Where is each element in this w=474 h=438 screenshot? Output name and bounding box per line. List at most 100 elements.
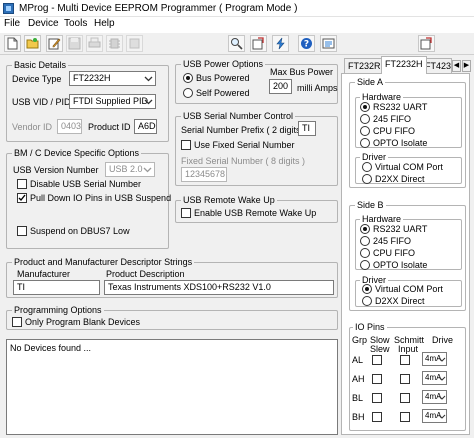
- check-icon: [18, 194, 26, 202]
- side-a-vcp-radio[interactable]: [362, 162, 372, 172]
- product-id-field[interactable]: A6D0: [134, 119, 157, 134]
- side-b-d2xx-radio[interactable]: [362, 296, 372, 306]
- serial-prefix-label: Serial Number Prefix ( 2 digits ): [181, 125, 307, 135]
- read-device-button[interactable]: [250, 35, 267, 52]
- io-row-slow-slew-checkbox[interactable]: [372, 393, 382, 403]
- menu-bar: File Device Tools Help: [0, 17, 474, 33]
- only-blank-checkbox[interactable]: [12, 317, 22, 327]
- side-b-opto-label: OPTO Isolate: [373, 260, 428, 270]
- side-b-hardware-title: Hardware: [360, 214, 404, 224]
- io-row-schmitt-checkbox[interactable]: [400, 412, 410, 422]
- basic-details-title: Basic Details: [12, 60, 69, 70]
- about-button[interactable]: [320, 35, 337, 52]
- io-row-slow-slew-checkbox[interactable]: [372, 412, 382, 422]
- serial-prefix-field[interactable]: TI: [298, 121, 316, 136]
- device-type-select[interactable]: FT2232H: [69, 71, 156, 86]
- pull-down-label: Pull Down IO Pins in USB Suspend: [30, 193, 172, 203]
- side-b-d2xx-label: D2XX Direct: [375, 296, 425, 306]
- side-b-245fifo-radio[interactable]: [360, 236, 370, 246]
- side-b-vcp-radio[interactable]: [362, 284, 372, 294]
- max-bus-power-unit: milli Amps: [297, 83, 338, 93]
- side-a-opto-radio[interactable]: [360, 138, 370, 148]
- io-row-drive-select[interactable]: 4mA: [422, 409, 447, 423]
- max-bus-power-field[interactable]: 200: [269, 79, 292, 94]
- edit-button[interactable]: [46, 35, 63, 52]
- bus-powered-radio[interactable]: [183, 73, 193, 83]
- io-col-input: Input: [398, 344, 419, 354]
- side-a-245fifo-label: 245 FIFO: [373, 114, 412, 124]
- device-settings-button[interactable]: [418, 35, 435, 52]
- programming-title: Programming Options: [12, 305, 104, 315]
- remote-wake-title: USB Remote Wake Up: [181, 195, 277, 205]
- tab-ft2232h[interactable]: FT2232H: [381, 56, 427, 74]
- max-bus-power-label: Max Bus Power: [270, 67, 334, 77]
- io-row-drive-select[interactable]: 4mA: [422, 371, 447, 385]
- self-powered-radio[interactable]: [183, 88, 193, 98]
- side-a-cpufifo-label: CPU FIFO: [373, 126, 415, 136]
- program-button[interactable]: [106, 35, 123, 52]
- side-b-rs232-radio[interactable]: [360, 224, 370, 234]
- svg-text:?: ?: [304, 40, 309, 50]
- product-description-field[interactable]: Texas Instruments XDS100+RS232 V1.0: [104, 280, 334, 295]
- disable-serial-checkbox[interactable]: [17, 179, 27, 189]
- new-file-button[interactable]: [4, 35, 21, 52]
- tab-scroll-right-icon[interactable]: ▶: [462, 60, 471, 72]
- help-button[interactable]: ?: [298, 35, 315, 52]
- chip-icon: [109, 38, 120, 49]
- menu-file[interactable]: File: [4, 18, 20, 29]
- menu-tools[interactable]: Tools: [64, 18, 87, 29]
- side-a-vcp-label: Virtual COM Port: [375, 162, 443, 172]
- vendor-id-field[interactable]: 0403: [57, 119, 82, 134]
- usb-version-select[interactable]: USB 2.0: [105, 162, 155, 177]
- io-row-schmitt-checkbox[interactable]: [400, 355, 410, 365]
- io-row-slow-slew-checkbox[interactable]: [372, 374, 382, 384]
- toolbar: ?: [0, 33, 474, 55]
- chevron-down-icon: [143, 96, 154, 107]
- side-b-rs232-label: RS232 UART: [373, 224, 428, 234]
- io-row-slow-slew-checkbox[interactable]: [372, 355, 382, 365]
- erase-button[interactable]: [126, 35, 143, 52]
- manufacturer-field[interactable]: TI: [13, 280, 100, 295]
- io-row-drive-select[interactable]: 4mA: [422, 352, 447, 366]
- manufacturer-label: Manufacturer: [17, 269, 71, 279]
- new-file-icon: [7, 37, 18, 50]
- io-row-drive-select[interactable]: 4mA: [422, 390, 447, 404]
- side-a-rs232-radio[interactable]: [360, 102, 370, 112]
- chevron-down-icon: [438, 392, 446, 402]
- program-device-button[interactable]: [272, 35, 289, 52]
- tab-scroll-left-icon[interactable]: ◀: [452, 60, 461, 72]
- side-a-cpufifo-radio[interactable]: [360, 126, 370, 136]
- io-row-grp: BL: [352, 393, 364, 403]
- side-b-cpufifo-radio[interactable]: [360, 248, 370, 258]
- scan-button[interactable]: [228, 35, 245, 52]
- use-fixed-serial-checkbox[interactable]: [181, 140, 191, 150]
- side-a-driver-title: Driver: [360, 152, 388, 162]
- save-button[interactable]: [66, 35, 83, 52]
- suspend-checkbox[interactable]: [17, 226, 27, 236]
- io-row-schmitt-checkbox[interactable]: [400, 374, 410, 384]
- device-type-label: Device Type: [12, 74, 62, 84]
- chevron-down-icon: [143, 73, 154, 84]
- vid-pid-select[interactable]: FTDI Supplied PID: [69, 94, 156, 109]
- remote-wake-checkbox[interactable]: [181, 208, 191, 218]
- side-a-opto-label: OPTO Isolate: [373, 138, 428, 148]
- fixed-serial-field[interactable]: 12345678: [181, 167, 227, 182]
- magnifier-icon: [231, 38, 243, 50]
- print-button[interactable]: [86, 35, 103, 52]
- side-a-245fifo-radio[interactable]: [360, 114, 370, 124]
- io-row-schmitt-checkbox[interactable]: [400, 393, 410, 403]
- about-icon: [322, 38, 335, 49]
- print-icon: [88, 37, 101, 48]
- menu-device[interactable]: Device: [28, 18, 59, 29]
- self-powered-label: Self Powered: [196, 88, 250, 98]
- menu-help[interactable]: Help: [94, 18, 115, 29]
- lightning-icon: [276, 37, 285, 50]
- vendor-id-label: Vendor ID: [12, 122, 53, 132]
- side-b-opto-radio[interactable]: [360, 260, 370, 270]
- open-file-button[interactable]: [24, 35, 41, 52]
- io-col-grp: Grp: [352, 335, 368, 345]
- pull-down-checkbox[interactable]: [17, 193, 27, 203]
- side-a-d2xx-radio[interactable]: [362, 174, 372, 184]
- output-log[interactable]: No Devices found ...: [6, 339, 338, 435]
- tab-ft232r[interactable]: FT232R: [344, 58, 385, 73]
